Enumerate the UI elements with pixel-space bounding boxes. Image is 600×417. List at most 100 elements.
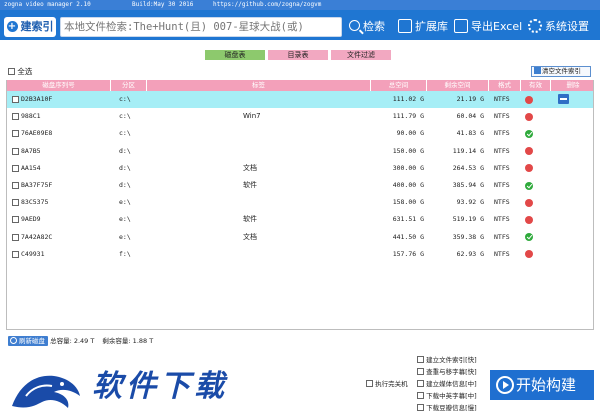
total-space: 157.76 G: [392, 249, 424, 258]
partition: d:\: [119, 146, 131, 155]
table-row[interactable]: 7A42A82C e:\ 文档 441.50 G 359.38 G NTFS: [7, 229, 593, 246]
extensions-button[interactable]: 扩展库: [398, 17, 448, 37]
disk-serial: 7A42A82C: [21, 232, 53, 241]
export-excel-button[interactable]: 导出Excel: [454, 17, 522, 37]
file-system: NTFS: [494, 163, 510, 172]
free-space: 359.38 G: [452, 232, 484, 241]
free-space: 41.83 G: [456, 129, 484, 138]
col-valid[interactable]: 有效: [521, 80, 551, 91]
delete-icon[interactable]: [558, 94, 569, 104]
row-checkbox[interactable]: [12, 216, 19, 224]
option-build-media-info[interactable]: 建立媒体信息[中]: [417, 379, 477, 389]
free-space: 519.19 G: [452, 215, 484, 224]
file-system: NTFS: [494, 249, 510, 258]
row-checkbox[interactable]: [12, 164, 19, 172]
total-space: 150.00 G: [392, 146, 424, 155]
row-checkbox[interactable]: [12, 199, 19, 207]
total-space: 300.00 G: [392, 163, 424, 172]
option-download-subtitles[interactable]: 下载中英字幕[中]: [417, 391, 477, 401]
refresh-icon: [10, 336, 17, 344]
settings-button[interactable]: 系统设置: [528, 17, 589, 37]
dragon-logo-icon: [12, 375, 80, 408]
plus-icon: +: [6, 20, 18, 32]
extension-icon: [398, 18, 412, 33]
disk-serial: 8A7B5: [21, 146, 41, 155]
total-capacity: 总容量: 2.49 T: [50, 337, 95, 345]
export-icon: [454, 18, 468, 33]
row-checkbox[interactable]: [12, 113, 19, 121]
table-row[interactable]: 8A7B5 d:\ 150.00 G 119.14 G NTFS: [7, 143, 593, 160]
file-system: NTFS: [494, 112, 510, 121]
option-download-douban[interactable]: 下载豆瓣信息[慢]: [417, 403, 477, 413]
free-space: 385.94 G: [452, 181, 484, 189]
col-total[interactable]: 总空间: [371, 80, 427, 91]
col-label[interactable]: 标签: [147, 80, 371, 91]
table-row[interactable]: AA154 d:\ 文档 300.00 G 264.53 G NTFS: [7, 160, 593, 177]
table-row[interactable]: BA37F75F d:\ 软件 400.00 G 385.94 G NTFS: [7, 177, 593, 194]
build-index-button[interactable]: + 建索引: [4, 17, 56, 37]
option-dedupe-subtitles[interactable]: 查重与移字幕[快]: [417, 367, 477, 377]
row-checkbox[interactable]: [12, 233, 19, 241]
search-input[interactable]: [60, 17, 342, 37]
refresh-disk-button[interactable]: 刷新磁盘: [8, 336, 48, 346]
capacity-bar: 刷新磁盘 总容量: 2.49 T 剩余容量: 1.88 T: [8, 336, 153, 346]
row-checkbox[interactable]: [12, 250, 19, 258]
table-row[interactable]: 9AED9 e:\ 软件 631.51 G 519.19 G NTFS: [7, 211, 593, 228]
row-checkbox[interactable]: [12, 147, 19, 155]
project-url: https://github.com/zogna/zogvm: [213, 1, 322, 8]
volume-label: 软件: [243, 181, 257, 189]
col-partition[interactable]: 分区: [111, 80, 147, 91]
total-space: 631.51 G: [392, 215, 424, 224]
table-row[interactable]: 83C5375 e:\ 158.00 G 93.92 G NTFS: [7, 194, 593, 211]
col-delete[interactable]: 删除: [551, 80, 593, 91]
col-free[interactable]: 剩余空间: [427, 80, 489, 91]
app-title: zogna video manager 2.10: [4, 1, 91, 8]
row-checkbox[interactable]: [12, 182, 19, 189]
table-row[interactable]: 988C1 c:\ Win7 111.79 G 60.04 G NTFS: [7, 108, 593, 125]
download-watermark: 软件下载: [92, 369, 228, 404]
shutdown-after-checkbox[interactable]: 执行完关机: [366, 379, 408, 389]
col-serial[interactable]: 磁盘序列号: [7, 80, 111, 91]
col-format[interactable]: 格式: [489, 80, 521, 91]
file-system: NTFS: [494, 146, 510, 155]
partition: f:\: [119, 249, 131, 258]
table-row[interactable]: 76AE09E8 c:\ 90.00 G 41.83 G NTFS: [7, 125, 593, 142]
volume-label: 文档: [243, 232, 257, 241]
file-system: NTFS: [494, 181, 510, 189]
disk-table: 磁盘序列号 分区 标签 总空间 剩余空间 格式 有效 删除 D2B3A10F c:…: [6, 80, 594, 330]
row-checkbox[interactable]: [12, 130, 19, 138]
total-space: 90.00 G: [396, 129, 424, 138]
option-build-file-index[interactable]: 建立文件索引[快]: [417, 355, 477, 365]
search-button[interactable]: 检索: [349, 17, 385, 37]
build-date: Build:May 30 2016: [132, 1, 194, 8]
total-space: 158.00 G: [392, 198, 424, 207]
table-row[interactable]: C49931 f:\ 157.76 G 62.93 G NTFS: [7, 246, 593, 263]
tab-disk-table[interactable]: 磁盘表: [205, 50, 265, 60]
total-space: 441.50 G: [392, 232, 424, 241]
total-space: 400.00 G: [392, 181, 424, 189]
valid-status-icon: [525, 215, 533, 224]
select-all-checkbox[interactable]: 全选: [8, 67, 32, 76]
partition: d:\: [119, 181, 131, 189]
start-build-button[interactable]: 开始构建: [490, 370, 594, 400]
file-system: NTFS: [494, 198, 510, 207]
disk-serial: 988C1: [21, 112, 41, 121]
clear-index-button[interactable]: 清空文件索引: [531, 66, 591, 77]
table-header: 磁盘序列号 分区 标签 总空间 剩余空间 格式 有效 删除: [7, 80, 593, 91]
volume-label: 文档: [243, 163, 257, 172]
partition: d:\: [119, 163, 131, 172]
volume-label: 软件: [243, 215, 257, 224]
disk-serial: 76AE09E8: [21, 129, 53, 138]
disk-serial: AA154: [21, 163, 41, 172]
partition: c:\: [119, 129, 131, 138]
free-capacity: 剩余容量: 1.88 T: [102, 337, 154, 345]
tab-file-filter[interactable]: 文件过滤: [331, 50, 391, 60]
row-checkbox[interactable]: [12, 96, 19, 103]
disk-serial: C49931: [21, 249, 45, 258]
partition: e:\: [119, 215, 131, 224]
table-row[interactable]: D2B3A10F c:\ 111.02 G 21.19 G NTFS: [7, 91, 593, 108]
file-system: NTFS: [494, 232, 510, 241]
tab-directory-table[interactable]: 目录表: [268, 50, 328, 60]
free-space: 93.92 G: [456, 198, 484, 207]
free-space: 264.53 G: [452, 163, 484, 172]
